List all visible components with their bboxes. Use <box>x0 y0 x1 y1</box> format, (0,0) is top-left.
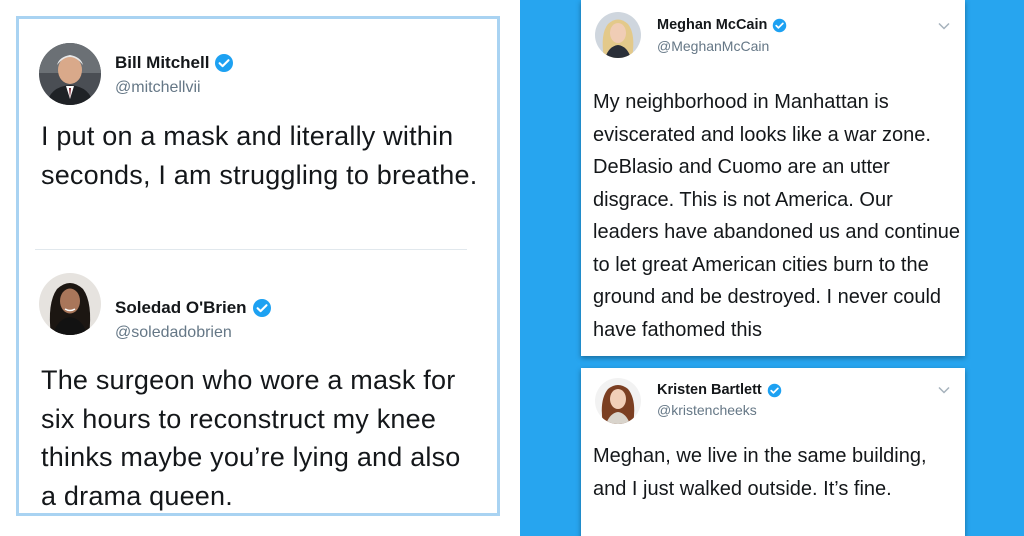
tweet-text: I put on a mask and literally within sec… <box>41 121 478 190</box>
avatar[interactable] <box>595 12 641 58</box>
left-panel: Bill Mitchell @mitchellvii I put on a ma… <box>0 0 520 536</box>
user-handle[interactable]: @mitchellvii <box>115 79 201 97</box>
left-tweet-card: Bill Mitchell @mitchellvii I put on a ma… <box>16 16 500 516</box>
user-handle[interactable]: @kristencheeks <box>657 402 757 418</box>
user-handle[interactable]: @MeghanMcCain <box>657 38 769 54</box>
tweet-soledad-obrien[interactable]: Soledad O'Brien @soledadobrien The surge… <box>19 251 497 513</box>
right-panel: Meghan McCain @MeghanMcCain My neighborh… <box>520 0 1024 536</box>
avatar[interactable] <box>595 378 641 424</box>
avatar[interactable] <box>39 273 101 335</box>
display-name[interactable]: Meghan McCain <box>657 17 767 33</box>
tweet-divider <box>35 249 467 250</box>
display-name[interactable]: Kristen Bartlett <box>657 382 762 398</box>
verified-badge-icon <box>772 18 787 33</box>
chevron-down-icon[interactable] <box>938 386 950 394</box>
display-name[interactable]: Soledad O'Brien <box>115 298 247 318</box>
chevron-down-icon[interactable] <box>938 22 950 30</box>
avatar[interactable] <box>39 43 101 105</box>
tweet-text: The surgeon who wore a mask for six hour… <box>41 365 461 511</box>
user-handle[interactable]: @soledadobrien <box>115 324 232 342</box>
tweet-text: Meghan, we live in the same building, an… <box>593 445 927 500</box>
display-name[interactable]: Bill Mitchell <box>115 53 209 73</box>
tweet-bill-mitchell[interactable]: Bill Mitchell @mitchellvii I put on a ma… <box>19 19 497 247</box>
tweet-meghan-mccain[interactable]: Meghan McCain @MeghanMcCain My neighborh… <box>581 0 965 356</box>
tweet-text: My neighborhood in Manhattan is eviscera… <box>593 91 960 341</box>
tweet-kristen-bartlett[interactable]: Kristen Bartlett @kristencheeks Meghan, … <box>581 368 965 536</box>
verified-badge-icon <box>767 383 782 398</box>
verified-badge-icon <box>252 298 272 318</box>
verified-badge-icon <box>214 53 234 73</box>
